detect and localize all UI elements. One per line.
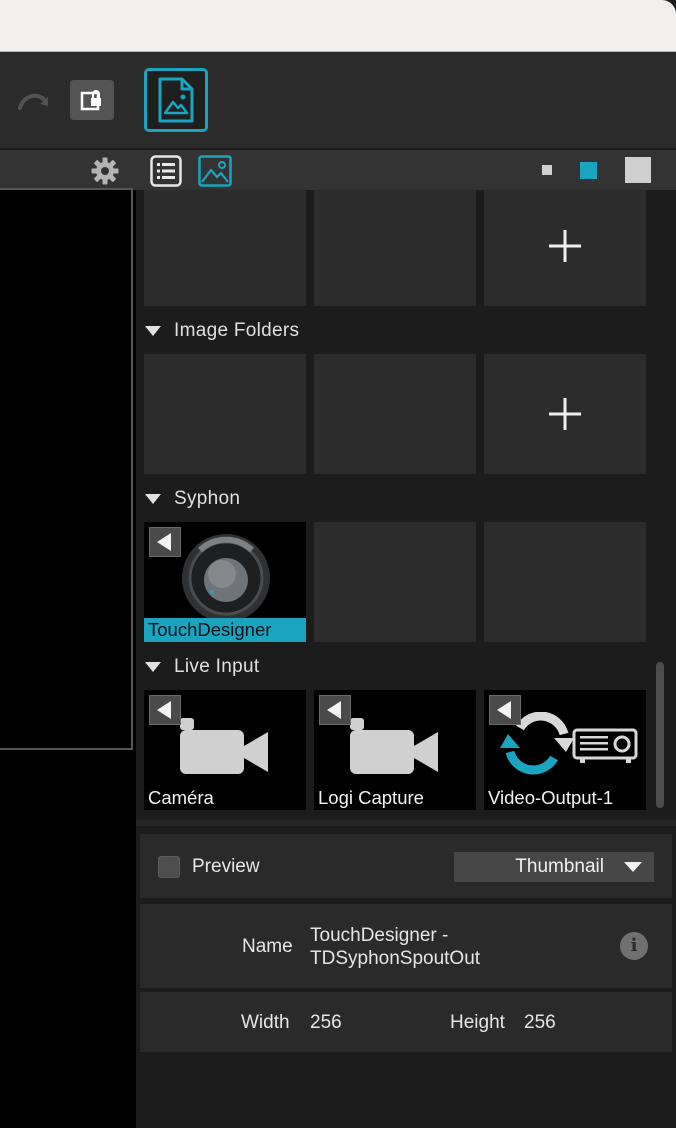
tile-label: Logi Capture	[318, 787, 424, 808]
browser-scrollbar[interactable]	[656, 662, 664, 808]
add-source-tile[interactable]	[484, 190, 646, 306]
name-value-line: TouchDesigner -	[310, 925, 449, 946]
image-mode-button[interactable]	[144, 68, 208, 132]
syphon-source-tile[interactable]: TouchDesigner	[144, 522, 306, 642]
thumbnail-size-small-button[interactable]	[542, 165, 552, 175]
video-camera-icon	[350, 718, 438, 774]
section-header-image-folders[interactable]: Image Folders	[136, 317, 656, 345]
section-label: Syphon	[174, 488, 241, 509]
output-preview-frame	[0, 188, 133, 750]
tile-label: Video-Output-1	[488, 787, 614, 808]
play-arrow-icon[interactable]	[319, 695, 351, 725]
thumbnail-size-medium-button[interactable]	[580, 162, 597, 179]
empty-tile[interactable]	[144, 354, 306, 474]
lock-button[interactable]	[70, 80, 114, 120]
info-icon[interactable]: i	[620, 932, 648, 960]
lock-icon	[80, 90, 101, 111]
empty-tile[interactable]	[314, 354, 476, 474]
image-document-icon	[158, 77, 194, 123]
name-value: TouchDesigner - TDSyphonSpoutOut	[310, 924, 480, 970]
play-arrow-icon[interactable]	[149, 527, 181, 557]
preview-mode-value: Thumbnail	[515, 856, 604, 877]
left-panel-header	[0, 150, 136, 190]
main-toolbar	[0, 52, 676, 149]
window-titlebar[interactable]	[0, 0, 676, 52]
thumbnail-size-large-button[interactable]	[625, 157, 651, 183]
disclosure-triangle-icon	[145, 662, 161, 672]
disclosure-triangle-icon	[145, 494, 161, 504]
app-window: Image Folders Syphon TouchDesigner Live …	[0, 0, 676, 1128]
dimensions-row: Width 256 Height 256	[140, 992, 672, 1052]
preview-label: Preview	[192, 856, 260, 877]
empty-tile[interactable]	[484, 522, 646, 642]
redo-icon[interactable]	[14, 84, 54, 120]
empty-tile[interactable]	[314, 522, 476, 642]
live-input-tile[interactable]: Logi Capture	[314, 690, 476, 810]
name-row: Name TouchDesigner - TDSyphonSpoutOut i	[140, 904, 672, 988]
touchdesigner-logo-icon	[182, 534, 270, 622]
preview-checkbox[interactable]	[158, 856, 180, 878]
disclosure-triangle-icon	[145, 326, 161, 336]
gear-icon[interactable]	[90, 156, 120, 186]
image-view-icon[interactable]	[198, 155, 232, 187]
section-label: Live Input	[174, 656, 260, 677]
preview-row: Preview Thumbnail	[140, 834, 672, 898]
video-camera-icon	[180, 718, 268, 774]
section-label: Image Folders	[174, 320, 300, 341]
plus-icon	[549, 398, 581, 430]
height-label: Height	[450, 1012, 505, 1033]
source-properties-panel: Preview Thumbnail Name TouchDesigner - T…	[136, 820, 676, 1128]
empty-tile[interactable]	[144, 190, 306, 306]
width-value: 256	[310, 1012, 342, 1033]
play-arrow-icon[interactable]	[489, 695, 521, 725]
list-view-icon[interactable]	[150, 155, 182, 187]
plus-icon	[549, 230, 581, 262]
height-value: 256	[524, 1012, 556, 1033]
section-header-live-input[interactable]: Live Input	[136, 653, 656, 681]
width-label: Width	[241, 1012, 290, 1033]
play-arrow-icon[interactable]	[149, 695, 181, 725]
live-input-tile[interactable]: Video-Output-1	[484, 690, 646, 810]
chevron-down-icon	[624, 862, 642, 872]
empty-tile[interactable]	[314, 190, 476, 306]
source-browser: Image Folders Syphon TouchDesigner Live …	[136, 190, 676, 820]
tile-label: Caméra	[148, 787, 214, 808]
name-value-line: TDSyphonSpoutOut	[310, 948, 481, 969]
preview-mode-select[interactable]: Thumbnail	[454, 852, 654, 882]
tile-label: TouchDesigner	[144, 618, 306, 642]
name-label: Name	[242, 936, 293, 957]
section-header-syphon[interactable]: Syphon	[136, 485, 656, 513]
add-image-folder-tile[interactable]	[484, 354, 646, 474]
live-input-tile[interactable]: Caméra	[144, 690, 306, 810]
browser-header	[136, 150, 676, 190]
